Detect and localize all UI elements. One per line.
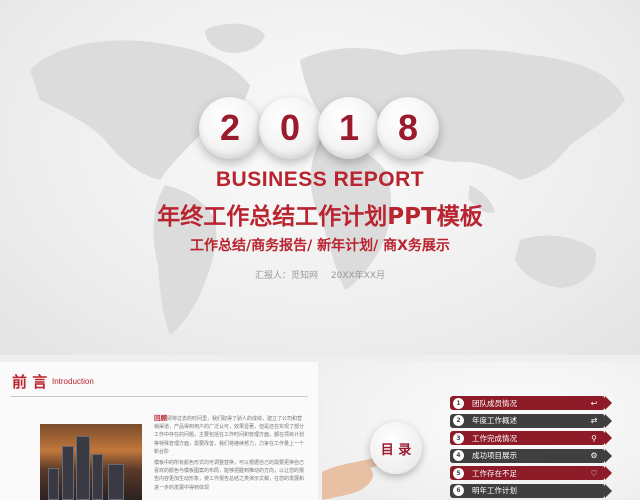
toc-item[interactable]: 6 明年工作计划 (450, 483, 612, 498)
subtitle: 工作总结/商务报告/ 新年计划/ 商X务展示 (190, 238, 450, 254)
year-digit: 2 (219, 107, 241, 148)
highlight-word: 回顾 (154, 414, 167, 422)
gear-icon: ⚙ (590, 451, 598, 461)
toc-slide-thumbnail[interactable]: 目 录 1 团队成员情况 ↩ 2 年度工作概述 ⇄ 3 工作完成情况 ⚲ 4 成… (322, 362, 640, 500)
preface-title: 前 言 (12, 373, 48, 391)
reporter: 汇报人：觅知网 (254, 271, 318, 281)
return-icon: ↩ (590, 398, 598, 408)
year-digit-circle: 8 (377, 97, 439, 159)
toc-item-number: 1 (453, 397, 464, 409)
reporter-line: 汇报人：觅知网 20XX年XX月 (0, 268, 640, 281)
toc-item[interactable]: 5 工作存在不足 ♡ (450, 466, 612, 481)
toc-item[interactable]: 4 成功项目展示 ⚙ (450, 448, 612, 463)
toc-item[interactable]: 3 工作完成情况 ⚲ (450, 431, 612, 446)
year-digit: 1 (338, 107, 360, 148)
toc-item-label: 团队成员情况 (472, 398, 517, 408)
toc-item-number: 2 (453, 415, 464, 427)
toc-item-label: 成功项目展示 (472, 451, 517, 461)
toc-item-number: 5 (453, 467, 464, 479)
toc-item-number: 3 (453, 432, 464, 444)
toc-item[interactable]: 1 团队成员情况 ↩ (450, 396, 612, 410)
toc-item-label: 工作存在不足 (472, 468, 517, 478)
preface-paragraph-1: 即将过去的时间里，我们取得了骄人的成绩，建立了公司和营销渠道，产品得到用户的广泛… (154, 416, 305, 455)
toc-circle: 目 录 (370, 422, 422, 474)
title-slide: 2 0 1 8 BUSINESS REPORT 年终工作总结工作计划PPT模板 … (0, 0, 640, 355)
year-digit: 0 (279, 107, 301, 148)
toc-item-number: 6 (453, 485, 464, 497)
city-photo (40, 424, 142, 500)
year-digit-circle: 0 (259, 97, 321, 159)
preface-slide-thumbnail[interactable]: 前 言 Introduction 回顾即将过去的时间里，我们取得了骄人的成绩，建… (0, 362, 318, 500)
year-digit: 8 (397, 107, 419, 148)
divider (10, 396, 308, 397)
business-report-heading: BUSINESS REPORT (215, 168, 425, 191)
toc-item-number: 4 (453, 450, 464, 462)
toc-title: 目 录 (380, 442, 412, 458)
toc-item-label: 工作完成情况 (472, 433, 517, 443)
toc-item-label: 明年工作计划 (472, 486, 517, 496)
toc-item-label: 年度工作概述 (472, 416, 517, 426)
preface-paragraph-2: 模板中的所有颜色形式均可调整替换，可以根据自己的需要更换自己喜欢的颜色与模板图案… (154, 460, 305, 491)
preface-subtitle: Introduction (52, 377, 94, 386)
search-icon: ⚲ (591, 433, 597, 443)
main-title: 年终工作总结工作计划PPT模板 (157, 204, 483, 230)
swap-icon: ⇄ (590, 416, 598, 426)
toc-item[interactable]: 2 年度工作概述 ⇄ (450, 413, 612, 428)
year-digit-circle: 2 (199, 97, 261, 159)
toc-list: 1 团队成员情况 ↩ 2 年度工作概述 ⇄ 3 工作完成情况 ⚲ 4 成功项目展… (450, 396, 612, 500)
report-date: 20XX年XX月 (330, 271, 385, 281)
preface-text: 回顾即将过去的时间里，我们取得了骄人的成绩，建立了公司和营销渠道，产品得到用户的… (154, 414, 306, 495)
heart-icon: ♡ (590, 468, 598, 478)
year-digit-circle: 1 (318, 97, 380, 159)
